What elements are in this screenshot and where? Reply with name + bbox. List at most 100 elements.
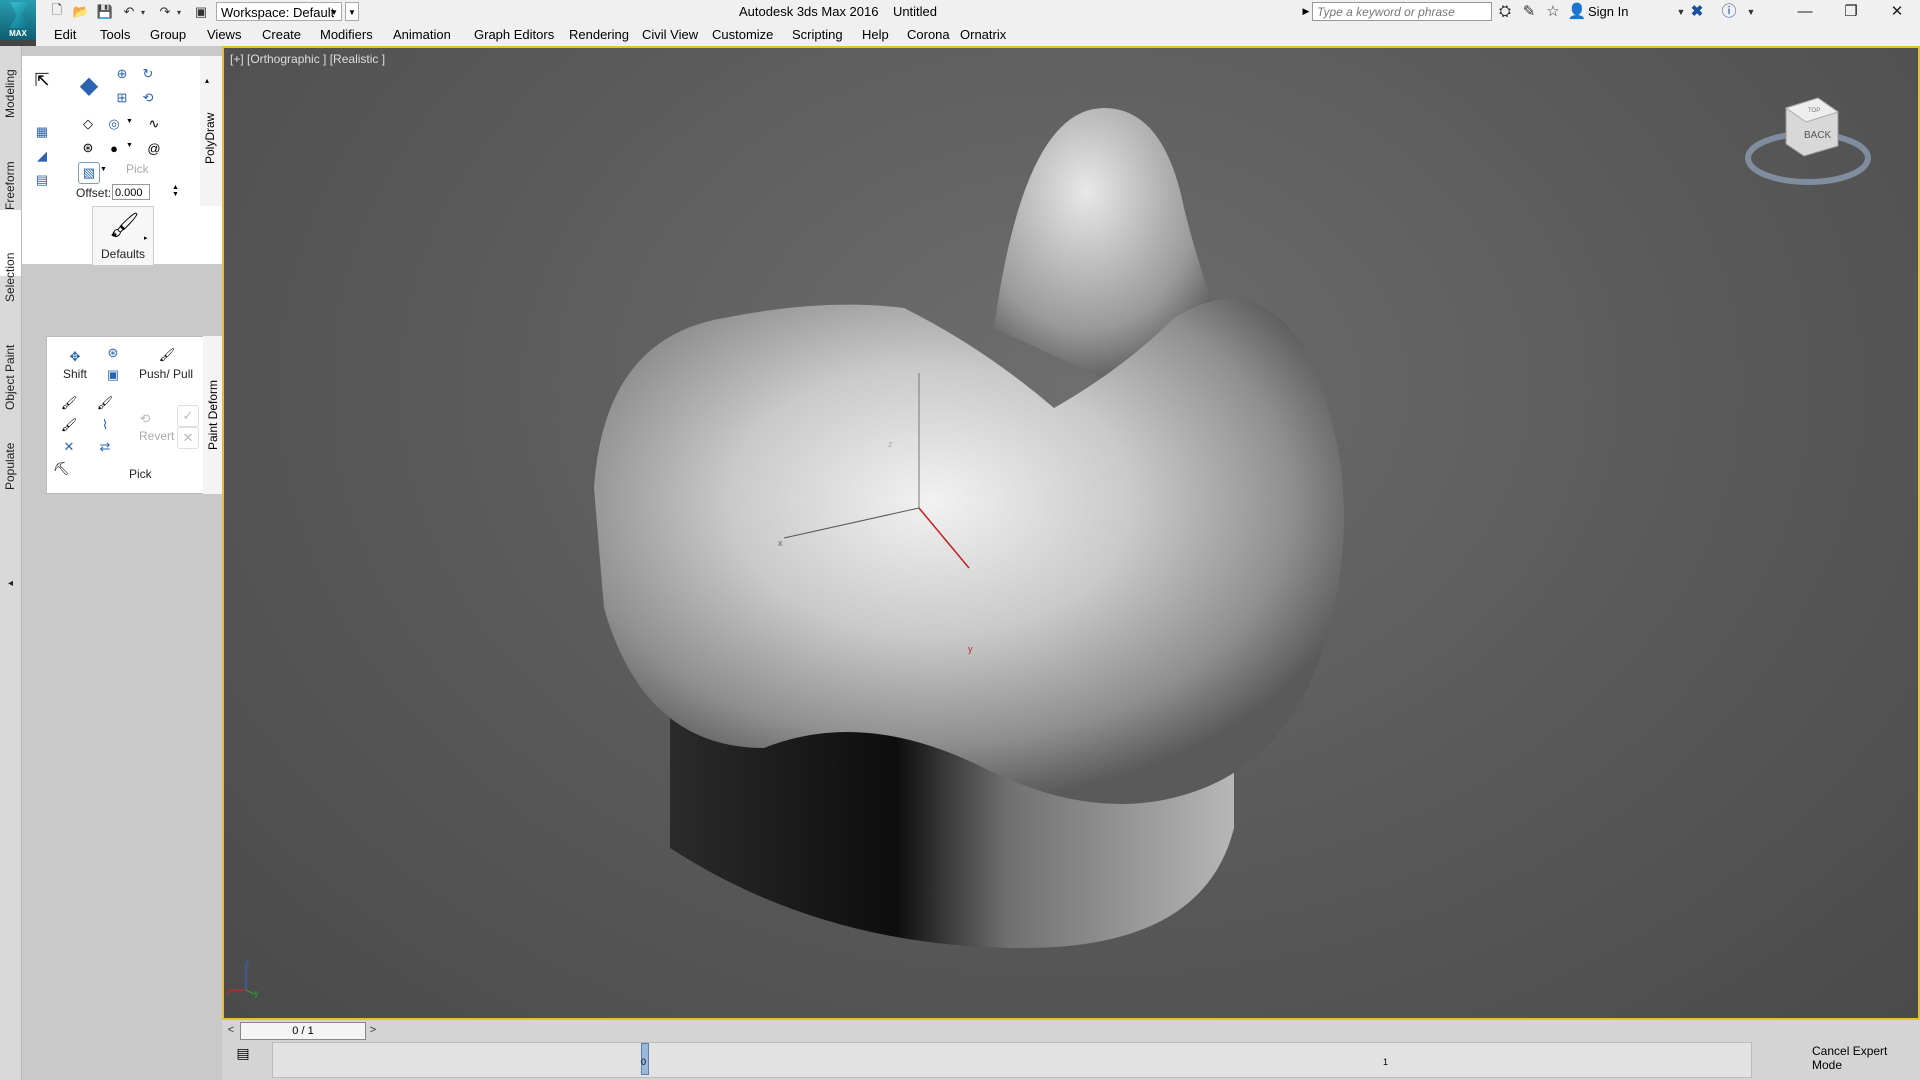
world-axis-y-label: y — [254, 988, 259, 998]
ribbon-minimize-icon[interactable]: ◂ — [0, 578, 21, 589]
pick-button[interactable]: Pick — [129, 467, 152, 481]
shift-scale-icon[interactable]: ▣ — [103, 365, 123, 385]
menu-bar: Edit Tools Group Views Create Modifiers … — [36, 24, 1920, 46]
menu-civil-view[interactable]: Civil View — [642, 27, 698, 42]
cancel-expert-mode-button[interactable]: Cancel Expert Mode — [1812, 1044, 1920, 1072]
extend-icon[interactable]: ◢ — [32, 146, 52, 166]
redo-icon[interactable]: ↷ — [156, 3, 174, 21]
offset-label: Offset: — [76, 186, 112, 200]
flatten-brush-icon[interactable]: 🖌 — [95, 393, 115, 413]
undo-icon[interactable]: ↶ — [120, 3, 138, 21]
relax-brush-icon[interactable]: 🖌 — [59, 393, 79, 413]
menu-views[interactable]: Views — [207, 27, 241, 42]
menu-customize[interactable]: Customize — [712, 27, 773, 42]
binoculars-icon[interactable]: ⛭ — [1494, 2, 1516, 22]
workspace-label: Workspace: Default — [221, 5, 335, 20]
sphere-icon[interactable]: ● — [104, 138, 124, 158]
user-icon[interactable]: 👤 — [1566, 2, 1588, 22]
time-slider[interactable]: 0 / 1 — [240, 1022, 366, 1040]
grid-conform-icon[interactable]: ⊕ — [112, 64, 132, 84]
document-name: Untitled — [892, 4, 938, 19]
select-move-icon[interactable]: ⇱ — [32, 70, 52, 90]
exchange-icon[interactable]: ✖ — [1686, 2, 1708, 22]
menu-edit[interactable]: Edit — [54, 27, 76, 42]
shapes-icon[interactable]: ◇ — [78, 114, 98, 134]
draw-on-selection-icon[interactable]: ⟲ — [138, 88, 158, 108]
track-bar[interactable]: 0 1 — [272, 1042, 1752, 1078]
search-expand-icon[interactable]: ▶ — [1300, 2, 1312, 21]
menu-animation[interactable]: Animation — [393, 27, 451, 42]
application-menu-button[interactable]: MAX — [0, 0, 36, 40]
draw-mesh-icon[interactable]: ▧ — [78, 162, 100, 184]
strips-icon[interactable]: ∿ — [144, 114, 164, 134]
defaults-expand-icon[interactable]: ▸ — [144, 234, 148, 242]
smudge-icon[interactable]: ⇄ — [95, 437, 115, 457]
new-file-icon[interactable]: 🗋 — [48, 2, 66, 21]
stepbuild-icon[interactable]: ▦ — [32, 122, 52, 142]
menu-tools[interactable]: Tools — [100, 27, 130, 42]
menu-rendering[interactable]: Rendering — [569, 27, 629, 42]
shift-rotate-icon[interactable]: ⊛ — [103, 343, 123, 363]
help-icon[interactable]: ⓘ — [1718, 2, 1740, 22]
menu-ornatrix[interactable]: Ornatrix — [960, 27, 1006, 42]
pick-label: Pick — [126, 162, 149, 176]
viewcube-top-face[interactable]: TOP — [1808, 108, 1820, 114]
menu-scripting[interactable]: Scripting — [792, 27, 843, 42]
menu-group[interactable]: Group — [150, 27, 186, 42]
gizmo-x-label: x — [778, 538, 783, 548]
polydraw-title-bar[interactable]: ▴ PolyDraw — [200, 56, 222, 206]
minimize-button[interactable]: — — [1782, 0, 1828, 24]
menu-help[interactable]: Help — [862, 27, 889, 42]
open-file-icon[interactable]: 📂 — [72, 3, 90, 21]
polydraw-panel: ⇱ ◆ ⊕ ↻ ⊞ ⟲ ▦ ◇ ◎ ▼ ∿ ◢ ⊛ ● ▼ @ ▤ ▧ ▼ Pi… — [22, 56, 222, 266]
viewport-perspective[interactable]: [+] [Orthographic ] [Realistic ] x y z B… — [222, 46, 1920, 1020]
menu-create[interactable]: Create — [262, 27, 301, 42]
close-button[interactable]: ✕ — [1874, 0, 1920, 24]
search-input[interactable]: Type a keyword or phrase — [1312, 2, 1492, 21]
sphere-dropdown-icon[interactable]: ▼ — [126, 142, 133, 149]
paint-deform-title-bar[interactable]: Paint Deform — [203, 336, 222, 494]
viewcube[interactable]: BACK TOP — [1738, 88, 1878, 198]
rotate-conform-icon[interactable]: ↻ — [138, 64, 158, 84]
viewcube-back-face[interactable]: BACK — [1804, 130, 1831, 141]
topology-dropdown-icon[interactable]: ▼ — [126, 118, 133, 125]
time-slider-next-icon[interactable]: > — [366, 1022, 380, 1038]
offset-spinner-icon[interactable]: ▲ ▼ — [172, 184, 179, 198]
undo-dropdown-icon[interactable]: ▾ — [138, 3, 148, 21]
pick-object-icon[interactable]: ⛏ — [51, 459, 71, 479]
menu-modifiers[interactable]: Modifiers — [320, 27, 373, 42]
subscription-icon[interactable]: ✎ — [1518, 2, 1540, 22]
surface-icon[interactable]: ⊛ — [78, 138, 98, 158]
menu-corona[interactable]: Corona — [907, 27, 950, 42]
app-logo-text: MAX — [9, 29, 27, 38]
sign-in-button[interactable]: Sign In — [1588, 4, 1628, 19]
save-icon[interactable]: 💾 — [96, 3, 114, 21]
shift-button[interactable]: Shift — [63, 367, 87, 381]
push-pull-button[interactable]: Push/ Pull — [139, 367, 193, 381]
topology-icon[interactable]: ◎ — [104, 114, 124, 134]
menu-graph-editors[interactable]: Graph Editors — [474, 27, 554, 42]
pinch-brush-icon[interactable]: 🖌 — [59, 415, 79, 435]
favorites-star-icon[interactable]: ☆ — [1542, 2, 1564, 22]
draw-on-grid-icon[interactable]: ⊞ — [112, 88, 132, 108]
curve-editor-icon[interactable]: ▤ — [232, 1042, 254, 1064]
paint-deform-panel: ✥ Shift ⊛ ▣ 🖌 Push/ Pull 🖌 🖌 🖌 ⌇ ✕ ⇄ ⛏ ⟲… — [46, 336, 222, 494]
noise-brush-icon[interactable]: ⌇ — [95, 415, 115, 435]
draw-on-surface-icon[interactable]: ◆ — [74, 70, 104, 100]
workspace-dropdown[interactable]: Workspace: Default ▼ — [216, 2, 342, 21]
redo-dropdown-icon[interactable]: ▾ — [174, 3, 184, 21]
offset-input[interactable]: 0.000 — [112, 184, 150, 200]
help-dropdown-icon[interactable]: ▼ — [1740, 2, 1762, 22]
commit-check-icon[interactable]: ✓ — [177, 405, 199, 427]
cancel-x-icon[interactable]: ✕ — [177, 427, 199, 449]
quick-access-customize-icon[interactable]: ▼ — [345, 2, 359, 21]
sculpted-mesh[interactable] — [224, 48, 1918, 1018]
project-folder-icon[interactable]: ▣ — [192, 3, 210, 21]
draw-mesh-dropdown-icon[interactable]: ▼ — [100, 166, 107, 173]
exaggerate-icon[interactable]: ✕ — [59, 437, 79, 457]
revert-button[interactable]: Revert — [139, 429, 174, 443]
spiral-icon[interactable]: @ — [144, 138, 164, 158]
restore-button[interactable]: ❐ — [1828, 0, 1874, 24]
time-slider-prev-icon[interactable]: < — [224, 1022, 238, 1038]
optimize-icon[interactable]: ▤ — [32, 170, 52, 190]
